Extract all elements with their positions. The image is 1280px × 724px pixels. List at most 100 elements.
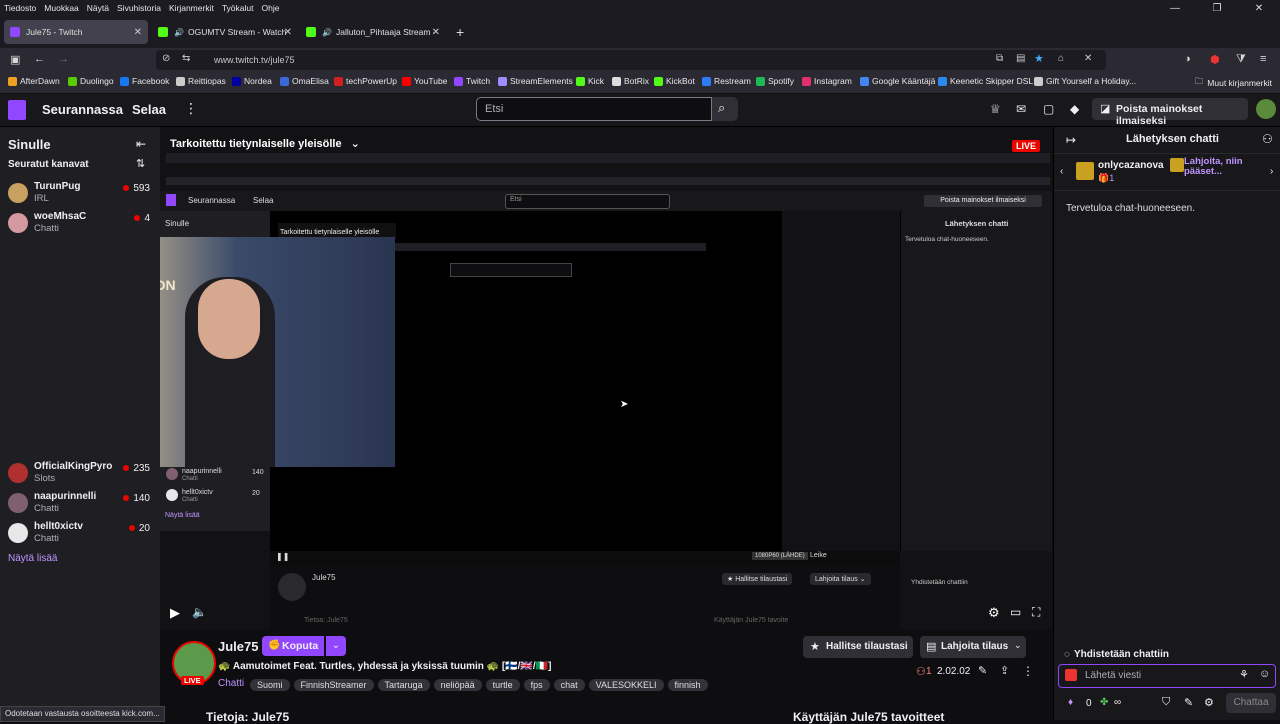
knock-button[interactable]: ✊ Koputa	[262, 636, 324, 656]
forward-icon[interactable]: →	[58, 53, 69, 65]
bookmark-item[interactable]: techPowerUp	[334, 76, 397, 86]
user-avatar[interactable]	[1256, 99, 1276, 119]
close-tab-icon[interactable]: ✕	[134, 27, 142, 38]
bookmark-item[interactable]: Reittiopas	[176, 76, 226, 86]
sidebar-channel-turunpug[interactable]: TurunPug IRL 593	[8, 181, 156, 209]
bookmark-item[interactable]: Spotify	[756, 76, 794, 86]
address-bar[interactable]: ⊘ ⇆ www.twitch.tv/jule75 ⧉ ▤ ★ ⌂ ✕	[156, 50, 1106, 70]
account-icon[interactable]: ◑	[1184, 53, 1191, 65]
shield-icon[interactable]: ⛉	[1162, 696, 1170, 709]
show-more-link[interactable]: Näytä lisää	[8, 553, 57, 564]
extension-badge-icon[interactable]: ⬢	[1210, 53, 1220, 66]
url-text[interactable]: www.twitch.tv/jule75	[214, 55, 295, 65]
bookmark-item[interactable]: Twitch	[454, 76, 490, 86]
chat-settings-icon[interactable]: ⚙	[1204, 696, 1214, 709]
collapse-chat-icon[interactable]: ↦	[1066, 133, 1076, 147]
bookmark-item[interactable]: Instagram	[802, 76, 852, 86]
play-icon[interactable]: ▶	[170, 605, 180, 621]
content-classification-banner[interactable]: Tarkoitettu tietynlaiselle yleisölle ⌄	[170, 137, 360, 153]
bookmark-item[interactable]: OmaElisa	[280, 76, 329, 86]
twitch-logo-icon[interactable]	[8, 100, 26, 120]
bookmark-item[interactable]: Gift Yourself a Holiday...	[1034, 76, 1136, 86]
screenshot-icon[interactable]: ▤	[1016, 53, 1025, 64]
video-player[interactable]: Seurannassa Selaa Etsi Poista mainokset …	[160, 127, 1052, 629]
theatre-mode-icon[interactable]: ▭	[1010, 605, 1021, 619]
gift-promo-text[interactable]: Lahjoita, niin pääset...	[1184, 157, 1268, 177]
remove-ads-button[interactable]: ◪ Poista mainokset ilmaiseksi	[1092, 98, 1248, 127]
settings-icon[interactable]: ⚙	[988, 605, 1000, 621]
bookmark-item[interactable]: BotRix	[612, 76, 649, 86]
more-menu-icon[interactable]: ⋮	[184, 100, 198, 117]
tag[interactable]: finnish	[667, 679, 708, 691]
volume-icon[interactable]: 🔈	[192, 605, 207, 619]
collapse-sidebar-icon[interactable]: ⇤	[136, 137, 146, 151]
minimize-icon[interactable]: —	[1154, 3, 1196, 14]
close-tab-icon[interactable]: ✕	[284, 27, 292, 38]
chevron-left-icon[interactable]: ‹	[1060, 166, 1063, 177]
bits-icon[interactable]: ◆	[1070, 102, 1079, 116]
bookmark-item[interactable]: KickBot	[654, 76, 695, 86]
tab-jule75[interactable]: Jule75 - Twitch ✕	[4, 20, 148, 44]
tag[interactable]: FinnishStreamer	[293, 679, 374, 691]
bookmark-item[interactable]: Nordea	[232, 76, 272, 86]
tag[interactable]: turtle	[485, 679, 520, 691]
tracking-shield-icon[interactable]: ⊘	[162, 53, 170, 64]
tag[interactable]: Suomi	[250, 679, 290, 691]
restore-icon[interactable]: ❐	[1196, 3, 1238, 14]
menu-view[interactable]: Näytä	[83, 3, 113, 13]
stop-icon[interactable]: ✕	[1084, 53, 1092, 64]
nav-following[interactable]: Seurannassa	[42, 102, 123, 117]
tab-ogumtv[interactable]: 🔊 OGUMTV Stream - Watch L ✕	[152, 20, 298, 44]
emote-icon[interactable]: ☺	[1259, 668, 1270, 680]
bookmark-item[interactable]: Duolingo	[68, 76, 114, 86]
new-tab-icon[interactable]: +	[456, 24, 464, 40]
search-input[interactable]: Etsi	[476, 97, 712, 121]
chevron-right-icon[interactable]: ›	[1270, 166, 1273, 177]
sort-icon[interactable]: ⇅	[136, 157, 145, 170]
site-info-icon[interactable]: ⇆	[182, 53, 190, 64]
manage-subscription-button[interactable]: ★ Hallitse tilaustasi	[803, 636, 913, 658]
chat-input[interactable]: Lähetä viesti ⚘ ☺	[1058, 664, 1276, 688]
whispers-icon[interactable]: ▢	[1043, 102, 1054, 116]
extensions-icon[interactable]: ⧩	[1236, 53, 1246, 66]
tag[interactable]: fps	[523, 679, 550, 691]
other-bookmarks[interactable]: 🗀 Muut kirjanmerkit	[1195, 76, 1272, 90]
bookmark-item[interactable]: Keenetic Skipper DSL	[938, 76, 1033, 86]
bookmark-item[interactable]: Facebook	[120, 76, 169, 86]
search-button[interactable]: ⌕	[712, 97, 738, 121]
bookmark-item[interactable]: YouTube	[402, 76, 447, 86]
bookmark-item[interactable]: Google Kääntäjä	[860, 76, 935, 86]
menu-file[interactable]: Tiedosto	[0, 3, 40, 13]
sidebar-channel-naapurinnelli[interactable]: naapurinnelli Chatti 140	[8, 491, 156, 519]
chat-send-button[interactable]: Chattaa	[1226, 693, 1276, 713]
menu-tools[interactable]: Työkalut	[218, 3, 258, 13]
sidebar-channel-officialkingpyro[interactable]: OfficialKingPyro Slots 235	[8, 461, 156, 489]
bookmark-item[interactable]: AfterDawn	[8, 76, 60, 86]
close-tab-icon[interactable]: ✕	[432, 27, 440, 38]
bookmark-item[interactable]: Restream	[702, 76, 751, 86]
tab-jalluton[interactable]: 🔊 Jalluton_Pihtaaja Stream - W ✕	[300, 20, 446, 44]
tag[interactable]: VALESOKKELI	[588, 679, 664, 691]
back-icon[interactable]: ←	[34, 53, 45, 65]
menu-history[interactable]: Sivuhistoria	[113, 3, 165, 13]
edit-icon[interactable]: ✎	[978, 664, 987, 677]
tag[interactable]: Tartaruga	[377, 679, 430, 691]
more-options-icon[interactable]: ⋮	[1022, 664, 1034, 678]
share-icon[interactable]: ⇪	[1000, 664, 1009, 677]
sidebar-channel-hellt0xictv[interactable]: hellt0xictv Chatti 20	[8, 521, 156, 549]
tag[interactable]: chat	[553, 679, 585, 691]
prime-crown-icon[interactable]: ♕	[990, 102, 1001, 116]
fullscreen-icon[interactable]: ⛶	[1032, 605, 1040, 620]
inbox-icon[interactable]: ✉	[1016, 102, 1026, 116]
gift-subscription-button[interactable]: ▤ Lahjoita tilaus ⌄	[920, 636, 1026, 658]
home-icon[interactable]: ⌂	[1058, 53, 1064, 64]
sidebar-channel-woemhsac[interactable]: woeMhsaC Chatti 4	[8, 211, 156, 239]
menu-help[interactable]: Ohje	[257, 3, 283, 13]
channel-name[interactable]: Jule75	[218, 639, 258, 654]
bookmark-item[interactable]: StreamElements	[498, 76, 573, 86]
community-icon[interactable]: ⚇	[1262, 132, 1273, 146]
picture-in-picture-icon[interactable]: ⧉	[996, 53, 1003, 64]
close-window-icon[interactable]: ✕	[1238, 3, 1280, 14]
bits-icon[interactable]: ⚘	[1239, 668, 1249, 681]
chevron-down-icon[interactable]: ⌄	[326, 636, 346, 656]
